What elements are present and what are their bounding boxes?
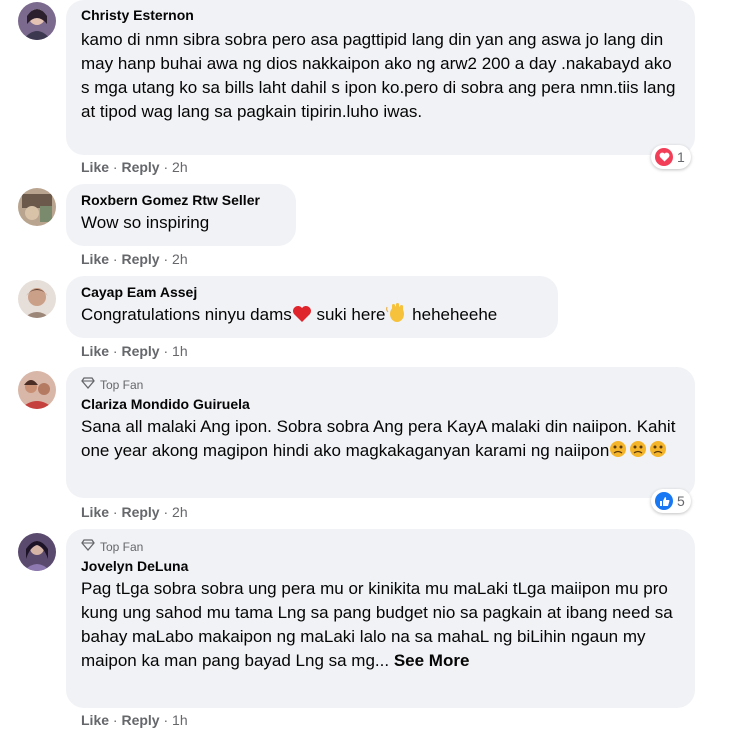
reaction-summary[interactable]: 5 [651,489,691,513]
reply-button[interactable]: Reply [121,712,159,728]
comment-bubble: Top Fan Clariza Mondido Guiruela Sana al… [66,367,695,498]
reaction-summary[interactable]: 1 [651,145,691,169]
comment-text-part: Congratulations ninyu dams [81,305,292,324]
top-fan-badge[interactable]: Top Fan [81,377,681,393]
like-button[interactable]: Like [81,504,109,520]
timestamp[interactable]: 1h [172,712,188,728]
avatar[interactable] [18,371,56,409]
comment-actions: Like · Reply · 2h [81,504,188,520]
comment-actions: Like · Reply · 2h [81,159,188,175]
commenter-name[interactable]: Roxbern Gomez Rtw Seller [81,191,282,209]
comment-text-part: suki here [311,305,386,324]
like-button[interactable]: Like [81,251,109,267]
reply-button[interactable]: Reply [121,159,159,175]
heart-emoji-icon [292,305,312,330]
reply-button[interactable]: Reply [121,251,159,267]
diamond-icon [81,377,95,393]
reply-button[interactable]: Reply [121,504,159,520]
like-button[interactable]: Like [81,712,109,728]
timestamp[interactable]: 2h [172,251,188,267]
comment-bubble: Cayap Eam Assej Congratulations ninyu da… [66,276,558,338]
comment-actions: Like · Reply · 1h [81,712,188,728]
like-button[interactable]: Like [81,159,109,175]
comment-actions: Like · Reply · 1h [81,343,188,359]
avatar[interactable] [18,533,56,571]
comment-text: kamo di nmn sibra sobra pero asa pagttip… [81,30,676,121]
top-fan-badge[interactable]: Top Fan [81,539,681,555]
waving-hand-emoji-icon [385,303,407,330]
reaction-count: 1 [677,149,685,165]
reaction-count: 5 [677,493,685,509]
commenter-name[interactable]: Jovelyn DeLuna [81,557,681,575]
timestamp[interactable]: 1h [172,343,188,359]
see-more-link[interactable]: See More [394,651,470,670]
like-button[interactable]: Like [81,343,109,359]
timestamp[interactable]: 2h [172,159,188,175]
comment-text: Congratulations ninyu dams suki here heh… [81,303,544,330]
comment-text-part: Pag tLga sobra sobra ung pera mu or kini… [81,579,673,670]
commenter-name[interactable]: Clariza Mondido Guiruela [81,395,681,413]
comment-text-part: heheheehe [407,305,498,324]
comment-text: Sana all malaki Ang ipon. Sobra sobra An… [81,415,681,466]
reply-button[interactable]: Reply [121,343,159,359]
like-reaction-icon [655,492,673,510]
commenter-name[interactable]: Christy Esternon [81,6,681,24]
commenter-name[interactable]: Cayap Eam Assej [81,283,544,301]
badge-label: Top Fan [100,378,144,392]
avatar[interactable] [18,2,56,40]
comment-text: Wow so inspiring [81,213,210,232]
comment-bubble: Christy Esternon kamo di nmn sibra sobra… [66,0,695,155]
comment-actions: Like · Reply · 2h [81,251,188,267]
diamond-icon [81,539,95,555]
comment-bubble: Roxbern Gomez Rtw Seller Wow so inspirin… [66,184,296,246]
comment-bubble: Top Fan Jovelyn DeLuna Pag tLga sobra so… [66,529,695,708]
love-reaction-icon [655,148,673,166]
comment-text-part: Sana all malaki Ang ipon. Sobra sobra An… [81,417,676,460]
timestamp[interactable]: 2h [172,504,188,520]
avatar[interactable] [18,280,56,318]
comment-text: Pag tLga sobra sobra ung pera mu or kini… [81,577,681,673]
avatar[interactable] [18,188,56,226]
sad-face-emoji-icon [609,439,669,466]
badge-label: Top Fan [100,540,144,554]
